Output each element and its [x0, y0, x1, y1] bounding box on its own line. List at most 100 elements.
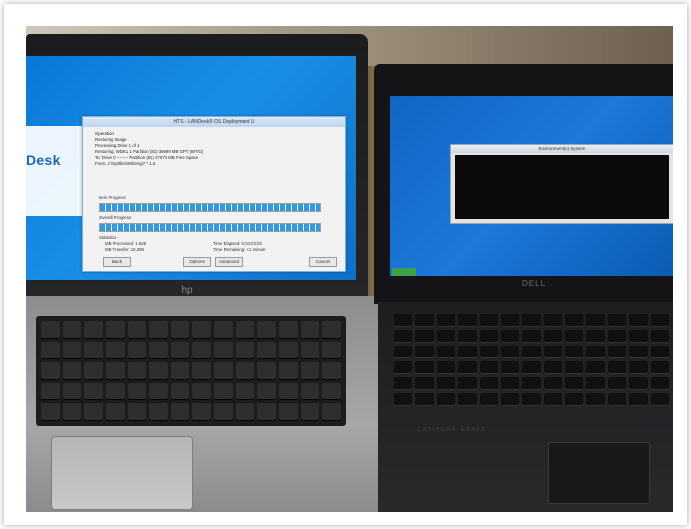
- keyboard-key: [62, 403, 82, 421]
- keyboard-key: [458, 329, 477, 343]
- keyboard-key: [436, 314, 456, 327]
- keyboard-key: [127, 403, 147, 421]
- keyboard-key: [522, 329, 541, 343]
- keyboard-key: [41, 362, 60, 380]
- keyboard-key: [84, 403, 103, 421]
- keyboard-key: [500, 345, 520, 359]
- keyboard-key: [105, 382, 125, 401]
- landesk-logo: Desk: [26, 152, 61, 168]
- keyboard-key: [322, 341, 341, 360]
- keyboard-key: [322, 382, 341, 401]
- keyboard-key: [586, 361, 605, 375]
- keyboard-key: [436, 377, 456, 391]
- keyboard-key: [257, 341, 277, 360]
- keyboard-key: [257, 362, 277, 380]
- keyboard-key: [235, 403, 255, 421]
- keyboard-key: [257, 321, 277, 339]
- keyboard-key: [192, 321, 212, 339]
- photo-frame: Desk HTS - LANDesk® OS Deployment U Oper…: [4, 4, 687, 525]
- keyboard-key: [543, 314, 563, 327]
- keyboard-key: [650, 377, 669, 391]
- keyboard-key: [607, 393, 627, 406]
- keyboard-key: [170, 362, 190, 380]
- keyboard-key: [235, 382, 255, 401]
- keyboard-key: [170, 321, 190, 339]
- keyboard-key: [500, 314, 520, 327]
- keyboard-key: [235, 362, 255, 380]
- keyboard-key: [149, 321, 168, 339]
- keyboard-key: [214, 382, 233, 401]
- keyboard-key: [650, 314, 669, 327]
- keyboard-key: [214, 362, 233, 380]
- landesk-side-panel: [26, 126, 86, 216]
- mb-transfer: MB Transfer: 10,398: [105, 247, 144, 252]
- keyboard-key: [650, 329, 669, 343]
- hp-laptop-screen: Desk HTS - LANDesk® OS Deployment U Oper…: [26, 56, 356, 280]
- keyboard-key: [565, 361, 584, 375]
- keyboard-key: [629, 314, 648, 327]
- hp-keyboard: [36, 316, 346, 426]
- keyboard-key: [84, 362, 103, 380]
- dell-model-label: LATITUDE E6420: [418, 427, 486, 433]
- keyboard-key: [41, 321, 60, 339]
- overall-progress-fill: [100, 224, 320, 231]
- keyboard-key: [500, 393, 520, 406]
- keyboard-key: [170, 403, 190, 421]
- keyboard-key: [279, 341, 298, 360]
- keyboard-key: [214, 321, 233, 339]
- dell-laptop-base: LATITUDE E6420: [378, 302, 673, 512]
- keyboard-key: [629, 329, 648, 343]
- keyboard-key: [458, 393, 477, 406]
- keyboard-key: [479, 314, 498, 327]
- operation-panel: Operation Restoring Image Processing Dri…: [95, 131, 337, 167]
- keyboard-key: [300, 382, 320, 401]
- keyboard-key: [479, 329, 498, 343]
- keyboard-key: [436, 345, 456, 359]
- keyboard-key: [279, 382, 298, 401]
- keyboard-key: [586, 314, 605, 327]
- keyboard-key: [41, 382, 60, 401]
- back-button[interactable]: Back: [103, 257, 131, 267]
- keyboard-key: [322, 403, 341, 421]
- overall-progress-label: Overall Progress: [99, 215, 131, 220]
- keyboard-key: [415, 345, 434, 359]
- keyboard-key: [565, 377, 584, 391]
- keyboard-key: [479, 345, 498, 359]
- keyboard-key: [127, 382, 147, 401]
- keyboard-key: [586, 329, 605, 343]
- cancel-button[interactable]: Cancel: [309, 257, 337, 267]
- keyboard-key: [300, 362, 320, 380]
- keyboard-key: [629, 377, 648, 391]
- keyboard-key: [322, 321, 341, 339]
- keyboard-key: [394, 377, 413, 391]
- photo: Desk HTS - LANDesk® OS Deployment U Oper…: [26, 26, 673, 512]
- advanced-button[interactable]: Advanced: [215, 257, 243, 267]
- dell-touchpad: [548, 442, 650, 504]
- item-progress-label: Item Progress: [99, 195, 126, 200]
- keyboard-key: [565, 393, 584, 406]
- keyboard-key: [170, 341, 190, 360]
- dell-laptop-screen: Environment(x) System: [390, 96, 673, 276]
- keyboard-key: [279, 403, 298, 421]
- dell-logo: DELL: [522, 279, 547, 288]
- keyboard-key: [458, 314, 477, 327]
- keyboard-key: [522, 361, 541, 375]
- keyboard-key: [127, 362, 147, 380]
- keyboard-key: [415, 377, 434, 391]
- keyboard-key: [394, 314, 413, 327]
- keyboard-key: [479, 377, 498, 391]
- keyboard-key: [543, 329, 563, 343]
- keyboard-key: [149, 382, 168, 401]
- keyboard-key: [586, 377, 605, 391]
- os-deployment-dialog: HTS - LANDesk® OS Deployment U Operation…: [82, 116, 346, 272]
- keyboard-key: [500, 329, 520, 343]
- keyboard-key: [105, 341, 125, 360]
- keyboard-key: [41, 403, 60, 421]
- keyboard-key: [543, 361, 563, 375]
- keyboard-key: [586, 345, 605, 359]
- options-button[interactable]: Options: [183, 257, 211, 267]
- mb-processed: MB Processed: 1.538: [105, 241, 147, 246]
- keyboard-key: [62, 341, 82, 360]
- keyboard-key: [650, 393, 669, 406]
- keyboard-key: [415, 314, 434, 327]
